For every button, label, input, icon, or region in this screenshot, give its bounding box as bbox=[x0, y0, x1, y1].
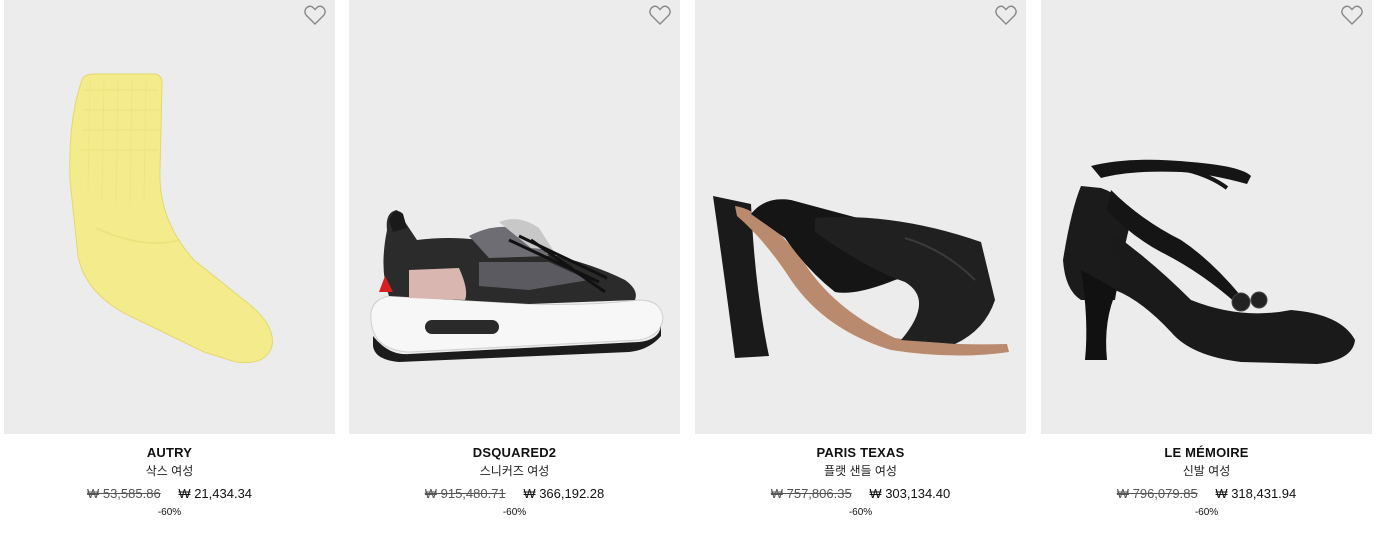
original-price: ₩ 915,480.71 bbox=[424, 486, 506, 501]
price-row: ₩ 796,079.85 ₩ 318,431.94 bbox=[1041, 486, 1372, 502]
discount-badge: -60% bbox=[1194, 507, 1219, 518]
product-card[interactable]: LE MÉMOIRE 신발 여성 ₩ 796,079.85 ₩ 318,431.… bbox=[1041, 0, 1372, 533]
product-image[interactable] bbox=[349, 0, 680, 434]
product-image[interactable] bbox=[4, 0, 335, 434]
discount-badge: -60% bbox=[502, 507, 527, 518]
sale-price: ₩ 366,192.28 bbox=[523, 486, 605, 501]
price-row: ₩ 757,806.35 ₩ 303,134.40 bbox=[695, 486, 1026, 502]
price-row: ₩ 53,585.86 ₩ 21,434.34 bbox=[4, 486, 335, 502]
original-price: ₩ 757,806.35 bbox=[770, 486, 852, 501]
product-card[interactable]: DSQUARED2 스니커즈 여성 ₩ 915,480.71 ₩ 366,192… bbox=[349, 0, 680, 533]
product-card[interactable]: PARIS TEXAS 플랫 샌들 여성 ₩ 757,806.35 ₩ 303,… bbox=[695, 0, 1026, 533]
heart-outline-icon[interactable] bbox=[648, 4, 672, 26]
heart-outline-icon[interactable] bbox=[994, 4, 1018, 26]
heart-outline-icon[interactable] bbox=[303, 4, 327, 26]
product-image[interactable] bbox=[695, 0, 1026, 434]
price-row: ₩ 915,480.71 ₩ 366,192.28 bbox=[349, 486, 680, 502]
product-info: PARIS TEXAS 플랫 샌들 여성 ₩ 757,806.35 ₩ 303,… bbox=[695, 434, 1026, 519]
product-category: 삭스 여성 bbox=[145, 464, 194, 478]
yellow-sock-image bbox=[69, 73, 273, 364]
product-info: AUTRY 삭스 여성 ₩ 53,585.86 ₩ 21,434.34 -60% bbox=[4, 434, 335, 519]
black-heeled-mule-image bbox=[713, 196, 1009, 358]
product-grid: AUTRY 삭스 여성 ₩ 53,585.86 ₩ 21,434.34 -60% bbox=[0, 0, 1379, 533]
product-category: 스니커즈 여성 bbox=[479, 464, 550, 478]
sale-price: ₩ 21,434.34 bbox=[178, 486, 253, 501]
original-price: ₩ 796,079.85 bbox=[1116, 486, 1198, 501]
discount-badge: -60% bbox=[157, 507, 182, 518]
product-info: DSQUARED2 스니커즈 여성 ₩ 915,480.71 ₩ 366,192… bbox=[349, 434, 680, 519]
brand-name[interactable]: AUTRY bbox=[4, 446, 335, 460]
heart-outline-icon[interactable] bbox=[1340, 4, 1364, 26]
discount-badge: -60% bbox=[848, 507, 873, 518]
brand-name[interactable]: LE MÉMOIRE bbox=[1041, 446, 1372, 460]
product-category: 플랫 샌들 여성 bbox=[824, 464, 897, 478]
product-info: LE MÉMOIRE 신발 여성 ₩ 796,079.85 ₩ 318,431.… bbox=[1041, 434, 1372, 519]
product-image[interactable] bbox=[1041, 0, 1372, 434]
black-satin-pump-image bbox=[1063, 159, 1355, 364]
sale-price: ₩ 318,431.94 bbox=[1215, 486, 1297, 501]
brand-name[interactable]: DSQUARED2 bbox=[349, 446, 680, 460]
sale-price: ₩ 303,134.40 bbox=[869, 486, 951, 501]
original-price: ₩ 53,585.86 bbox=[86, 486, 161, 501]
product-category: 신발 여성 bbox=[1182, 464, 1231, 478]
product-card[interactable]: AUTRY 삭스 여성 ₩ 53,585.86 ₩ 21,434.34 -60% bbox=[4, 0, 335, 533]
black-sneaker-image bbox=[370, 210, 664, 362]
brand-name[interactable]: PARIS TEXAS bbox=[695, 446, 1026, 460]
